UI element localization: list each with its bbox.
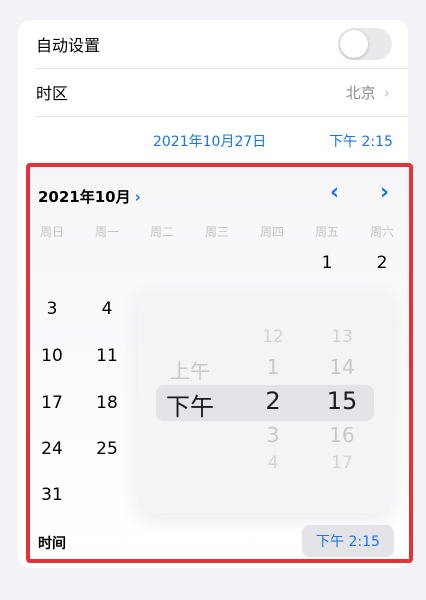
weekday-label: 周六 — [369, 225, 394, 239]
time-value-button[interactable]: 下午 2:15 — [302, 525, 394, 557]
date-picker-panel: 2021年10月 › ‹ › 周日 周一 周二 周三 周四 周五 周六 1 2 3 4 10 11 17 1… — [26, 163, 413, 563]
divider — [36, 116, 408, 117]
wheel-item[interactable]: 12 — [243, 327, 303, 347]
wheel-item[interactable]: 16 — [312, 423, 372, 447]
wheel-item[interactable]: 1 — [243, 355, 303, 379]
wheel-item-selected[interactable]: 2 — [243, 387, 303, 415]
weekday-label: 周二 — [149, 225, 174, 239]
datetime-row: 2021年10月27日 下午 2:15 — [18, 120, 408, 160]
period-column[interactable]: 上午 下午 — [158, 291, 222, 513]
calendar-day[interactable]: 18 — [87, 393, 127, 413]
next-month-button[interactable]: › — [380, 181, 389, 205]
timezone-value: 北京 — [345, 83, 376, 102]
wheel-item[interactable]: 3 — [243, 423, 303, 447]
chevron-right-icon: › — [380, 180, 390, 205]
calendar-day[interactable]: 31 — [32, 485, 72, 505]
chevron-left-icon: ‹ — [330, 180, 340, 205]
minute-column[interactable]: 13 14 15 16 17 — [312, 291, 372, 513]
time-display[interactable]: 下午 2:15 — [329, 131, 393, 151]
weekday-label: 周日 — [39, 225, 64, 239]
toggle-knob — [340, 30, 368, 58]
wheel-item-selected[interactable]: 下午 — [158, 387, 222, 422]
wheel-item[interactable]: 上午 — [158, 355, 222, 384]
month-title[interactable]: 2021年10月 › — [38, 186, 141, 207]
timezone-label: 时区 — [36, 84, 69, 103]
timezone-row[interactable]: 时区 北京 › — [18, 68, 408, 116]
wheel-item[interactable]: 13 — [312, 327, 372, 347]
weekday-label: 周三 — [204, 225, 229, 239]
chevron-right-icon: › — [383, 82, 390, 102]
hour-column[interactable]: 12 1 2 3 4 — [243, 291, 303, 513]
calendar-day[interactable]: 24 — [32, 439, 72, 459]
calendar-day[interactable]: 10 — [32, 346, 72, 366]
date-display[interactable]: 2021年10月27日 — [153, 131, 266, 151]
time-wheel-picker[interactable]: 上午 下午 12 1 2 3 4 13 14 15 16 17 — [138, 291, 392, 513]
prev-month-button[interactable]: ‹ — [330, 181, 339, 205]
auto-set-label: 自动设置 — [36, 36, 101, 55]
wheel-item[interactable]: 14 — [312, 355, 372, 379]
weekday-label: 周四 — [259, 225, 284, 239]
weekday-header: 周日 周一 周二 周三 周四 周五 周六 — [30, 223, 409, 243]
calendar-day[interactable]: 4 — [87, 299, 127, 319]
calendar-day[interactable]: 11 — [87, 346, 127, 366]
calendar-day[interactable]: 2 — [362, 253, 402, 273]
wheel-item[interactable]: 4 — [243, 453, 303, 473]
calendar-day[interactable]: 1 — [307, 253, 347, 273]
chevron-right-icon: › — [134, 188, 141, 206]
calendar-day[interactable]: 17 — [32, 393, 72, 413]
time-label: 时间 — [38, 536, 66, 552]
weekday-label: 周五 — [314, 225, 339, 239]
wheel-item-selected[interactable]: 15 — [312, 387, 372, 415]
auto-set-toggle[interactable] — [338, 28, 392, 60]
month-title-text: 2021年10月 — [38, 188, 131, 206]
calendar-day[interactable]: 3 — [32, 299, 72, 319]
calendar-day[interactable]: 25 — [87, 439, 127, 459]
weekday-label: 周一 — [94, 225, 119, 239]
wheel-item[interactable]: 17 — [312, 453, 372, 473]
auto-set-row: 自动设置 — [18, 20, 408, 68]
